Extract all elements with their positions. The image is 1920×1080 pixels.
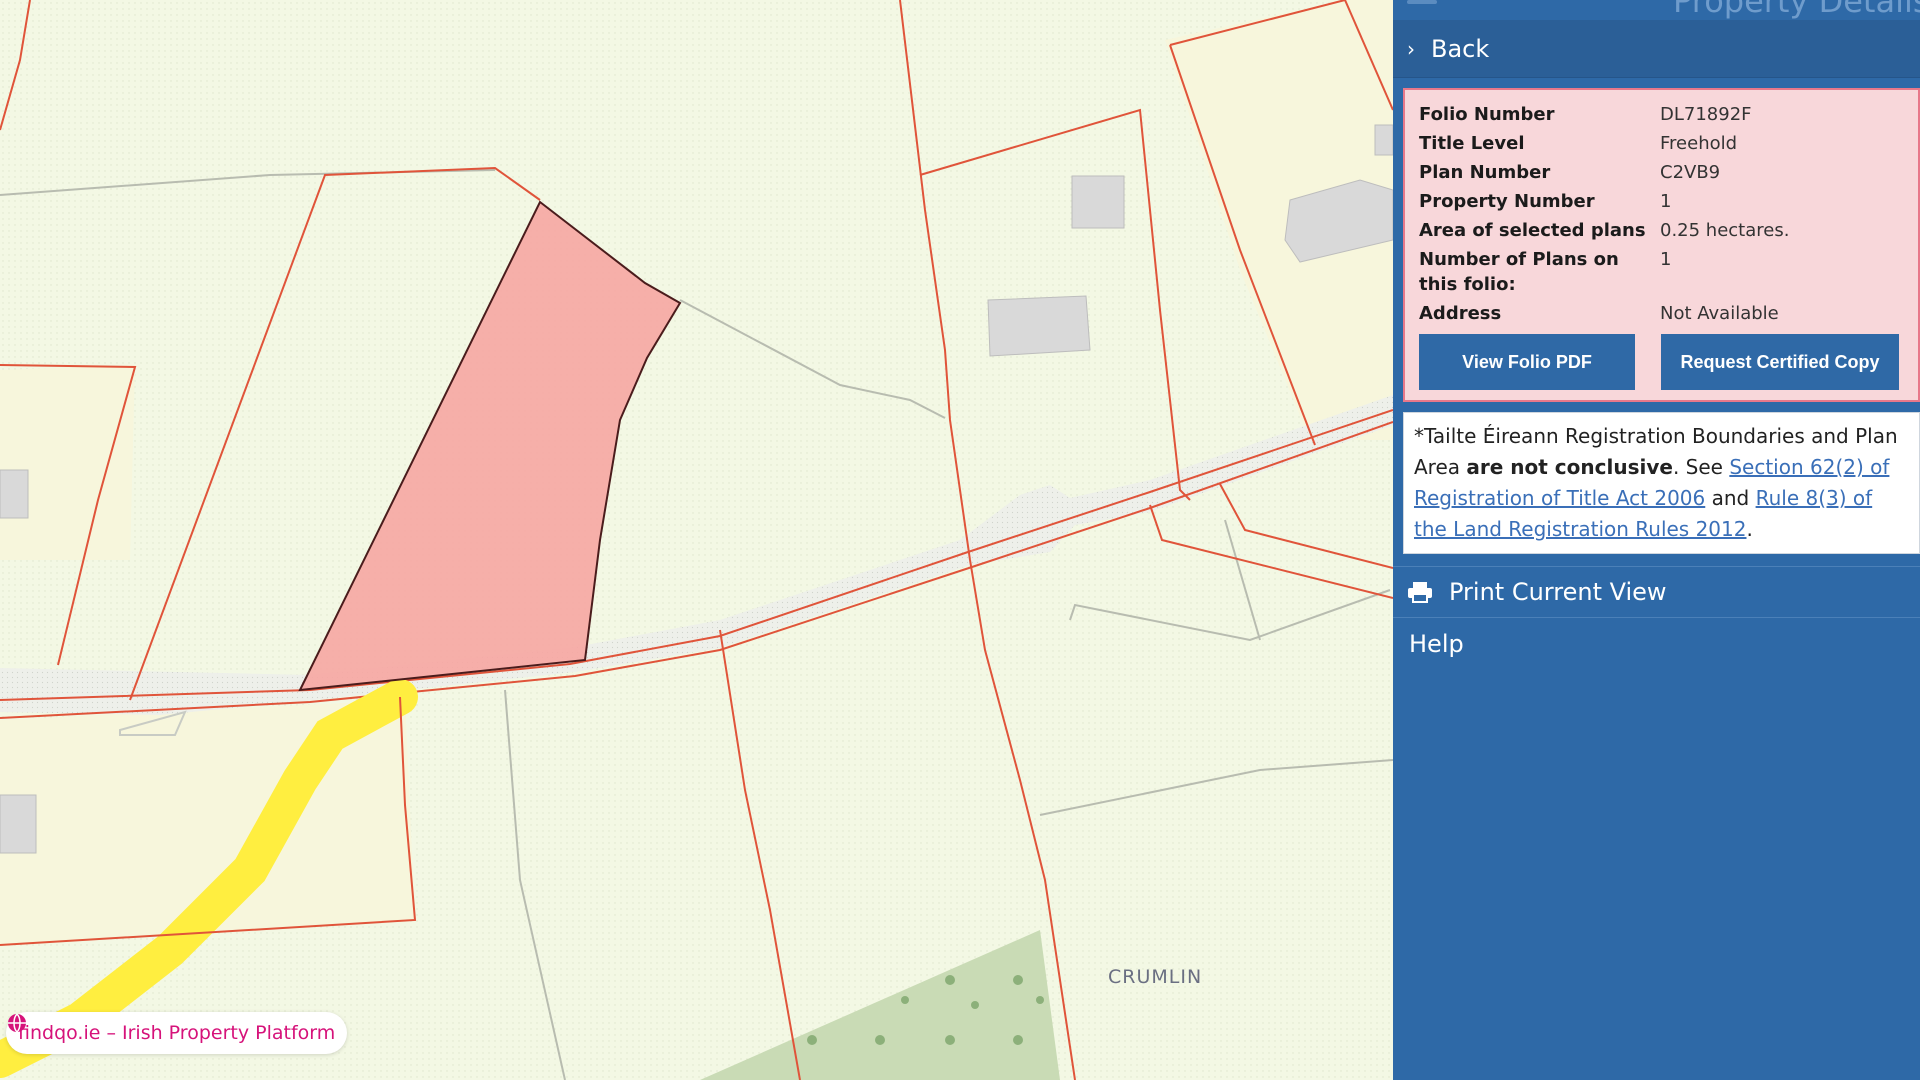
- detail-key: Property Number: [1419, 191, 1595, 212]
- folio-details-card: Folio Number DL71892F Title Level Freeho…: [1403, 88, 1920, 402]
- view-folio-pdf-button[interactable]: View Folio PDF: [1419, 334, 1635, 390]
- detail-value: DL71892F: [1660, 104, 1752, 125]
- disclaimer-notice: *Tailte Éireann Registration Boundaries …: [1403, 412, 1920, 554]
- request-certified-copy-button[interactable]: Request Certified Copy: [1661, 334, 1899, 390]
- help-label: Help: [1409, 630, 1464, 658]
- detail-key: Plan Number: [1419, 162, 1551, 183]
- menu-icon[interactable]: [1407, 0, 1437, 4]
- detail-value: Freehold: [1660, 133, 1738, 154]
- detail-row: Area of selected plans 0.25 hectares.: [1419, 216, 1789, 245]
- notice-text: and: [1705, 486, 1756, 510]
- folio-details-table: Folio Number DL71892F Title Level Freeho…: [1419, 100, 1789, 328]
- detail-key: Title Level: [1419, 133, 1525, 154]
- detail-key: Number of Plans on this folio:: [1419, 249, 1619, 295]
- place-label: CRUMLIN: [1108, 966, 1203, 988]
- detail-row: Address Not Available: [1419, 299, 1789, 328]
- chevron-right-icon: ›: [1407, 36, 1415, 61]
- detail-row: Property Number 1: [1419, 187, 1789, 216]
- notice-text: . See: [1672, 455, 1730, 479]
- detail-row: Plan Number C2VB9: [1419, 158, 1789, 187]
- map-view[interactable]: CRUMLIN findqo.ie – Irish Property Platf…: [0, 0, 1393, 1080]
- print-current-view-button[interactable]: Print Current View: [1393, 566, 1920, 618]
- brand-badge[interactable]: findqo.ie – Irish Property Platform: [6, 1012, 348, 1054]
- back-button[interactable]: › Back: [1393, 20, 1920, 78]
- action-buttons: View Folio PDF Request Certified Copy: [1419, 334, 1918, 390]
- brand-text: findqo.ie – Irish Property Platform: [18, 1022, 336, 1044]
- detail-key: Folio Number: [1419, 104, 1555, 125]
- detail-value: 0.25 hectares.: [1660, 220, 1790, 241]
- notice-text: .: [1746, 517, 1753, 541]
- detail-row: Number of Plans on this folio: 1: [1419, 245, 1789, 299]
- detail-row: Folio Number DL71892F: [1419, 100, 1789, 129]
- back-label: Back: [1431, 34, 1490, 63]
- panel-header: Property Details: [1393, 0, 1920, 20]
- property-details-panel: Property Details › Back Folio Number DL7…: [1393, 0, 1920, 1080]
- map-canvas[interactable]: [0, 0, 1393, 1080]
- detail-value: C2VB9: [1660, 162, 1721, 183]
- detail-key: Address: [1419, 303, 1502, 324]
- detail-key: Area of selected plans: [1419, 220, 1646, 241]
- detail-value: 1: [1660, 191, 1672, 212]
- help-button[interactable]: Help: [1393, 618, 1920, 670]
- print-label: Print Current View: [1449, 578, 1667, 606]
- detail-value: 1: [1660, 249, 1672, 270]
- globe-icon: [8, 1013, 26, 1033]
- notice-bold: are not conclusive: [1466, 455, 1673, 479]
- panel-title: Property Details: [1673, 0, 1920, 20]
- land-area: [0, 365, 135, 560]
- detail-value: Not Available: [1660, 303, 1779, 324]
- printer-icon: [1408, 582, 1432, 603]
- detail-row: Title Level Freehold: [1419, 129, 1789, 158]
